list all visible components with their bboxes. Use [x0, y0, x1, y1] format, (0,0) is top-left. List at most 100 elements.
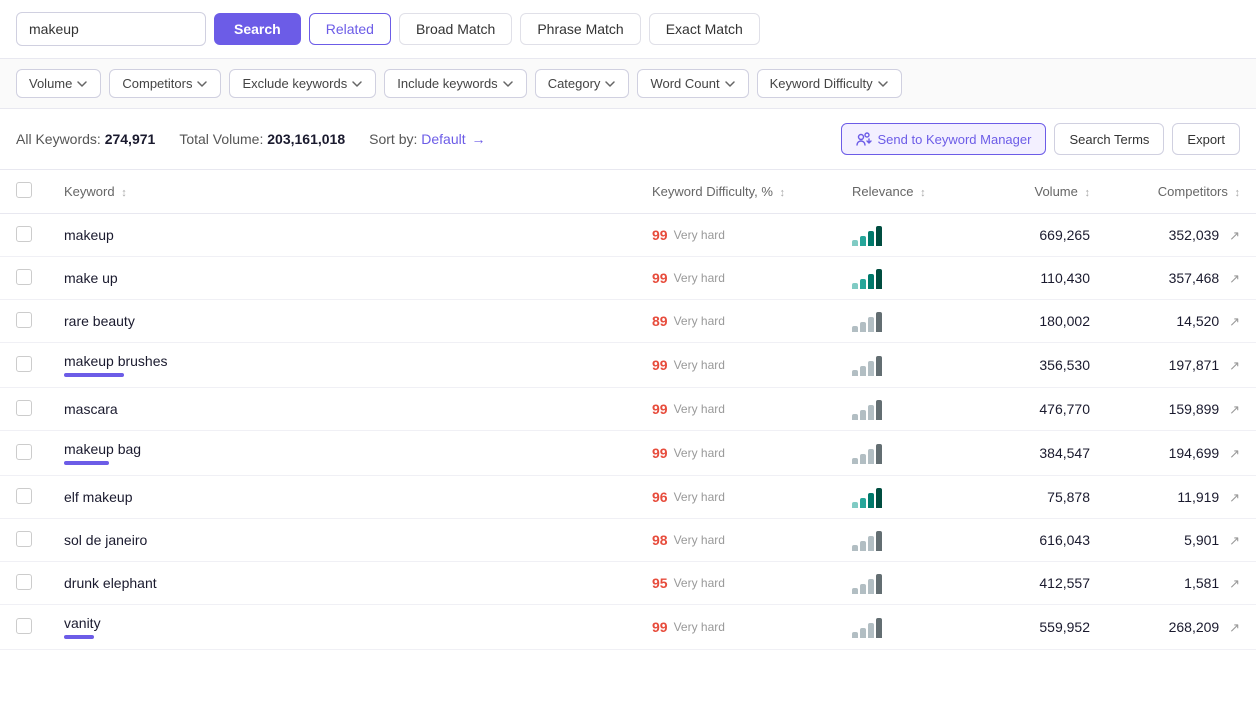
- volume-value: 616,043: [1039, 532, 1090, 548]
- export-button[interactable]: Export: [1172, 123, 1240, 155]
- filter-category[interactable]: Category: [535, 69, 630, 98]
- search-input[interactable]: [16, 12, 206, 46]
- th-volume[interactable]: Volume ↕: [976, 170, 1106, 214]
- td-competitors: 5,901 ↗: [1106, 519, 1256, 562]
- row-checkbox[interactable]: [16, 226, 32, 242]
- keyword-text: makeup bag: [64, 441, 620, 457]
- filter-competitors[interactable]: Competitors: [109, 69, 221, 98]
- table-row: make up 99 Very hard 110,430 357,468 ↗: [0, 257, 1256, 300]
- volume-value: 559,952: [1039, 619, 1090, 635]
- td-checkbox: [0, 519, 48, 562]
- keyword-cell: makeup brushes: [64, 353, 620, 377]
- td-volume: 412,557: [976, 562, 1106, 605]
- send-manager-icon: [856, 131, 872, 147]
- external-link-icon[interactable]: ↗: [1229, 533, 1240, 548]
- table-row: mascara 99 Very hard 476,770 159,899 ↗: [0, 388, 1256, 431]
- th-relevance[interactable]: Relevance ↕: [836, 170, 976, 214]
- chevron-down-icon: [502, 78, 514, 90]
- volume-value: 476,770: [1039, 401, 1090, 417]
- td-keyword: sol de janeiro: [48, 519, 636, 562]
- row-checkbox[interactable]: [16, 312, 32, 328]
- chevron-down-icon: [724, 78, 736, 90]
- sort-relevance-icon: ↕: [920, 187, 926, 199]
- sort-default-link[interactable]: Default: [421, 131, 465, 147]
- competitors-value: 194,699: [1169, 445, 1220, 461]
- difficulty-label: Very hard: [674, 358, 725, 372]
- difficulty-number: 95: [652, 575, 668, 591]
- td-checkbox: [0, 257, 48, 300]
- td-competitors: 1,581 ↗: [1106, 562, 1256, 605]
- relevance-bars: [852, 442, 960, 464]
- th-keyword[interactable]: Keyword ↕: [48, 170, 636, 214]
- row-checkbox[interactable]: [16, 574, 32, 590]
- external-link-icon[interactable]: ↗: [1229, 446, 1240, 461]
- difficulty-label: Very hard: [674, 446, 725, 460]
- chevron-down-icon: [351, 78, 363, 90]
- td-checkbox: [0, 476, 48, 519]
- competitors-value: 357,468: [1169, 270, 1220, 286]
- th-competitors[interactable]: Competitors ↕: [1106, 170, 1256, 214]
- filter-volume[interactable]: Volume: [16, 69, 101, 98]
- table-row: makeup 99 Very hard 669,265 352,039 ↗: [0, 214, 1256, 257]
- td-keyword: makeup bag: [48, 431, 636, 476]
- volume-value: 384,547: [1039, 445, 1090, 461]
- td-difficulty: 99 Very hard: [636, 388, 836, 431]
- filter-word-count[interactable]: Word Count: [637, 69, 748, 98]
- difficulty-number: 89: [652, 313, 668, 329]
- td-competitors: 352,039 ↗: [1106, 214, 1256, 257]
- filter-include-keywords[interactable]: Include keywords: [384, 69, 526, 98]
- external-link-icon[interactable]: ↗: [1229, 402, 1240, 417]
- difficulty-number: 99: [652, 619, 668, 635]
- volume-value: 669,265: [1039, 227, 1090, 243]
- difficulty-number: 99: [652, 227, 668, 243]
- filter-exclude-keywords[interactable]: Exclude keywords: [229, 69, 376, 98]
- td-relevance: [836, 214, 976, 257]
- external-link-icon[interactable]: ↗: [1229, 358, 1240, 373]
- row-checkbox[interactable]: [16, 488, 32, 504]
- td-competitors: 159,899 ↗: [1106, 388, 1256, 431]
- keyword-cell: sol de janeiro: [64, 532, 620, 548]
- td-checkbox: [0, 431, 48, 476]
- send-to-keyword-manager-button[interactable]: Send to Keyword Manager: [841, 123, 1047, 155]
- td-relevance: [836, 476, 976, 519]
- difficulty-label: Very hard: [674, 228, 725, 242]
- search-terms-button[interactable]: Search Terms: [1054, 123, 1164, 155]
- th-difficulty[interactable]: Keyword Difficulty, % ↕: [636, 170, 836, 214]
- keyword-text: makeup: [64, 227, 620, 243]
- competitors-value: 1,581: [1184, 575, 1219, 591]
- external-link-icon[interactable]: ↗: [1229, 314, 1240, 329]
- search-button[interactable]: Search: [214, 13, 301, 45]
- difficulty-cell: 89 Very hard: [652, 313, 820, 329]
- select-all-checkbox[interactable]: [16, 182, 32, 198]
- competitors-value: 159,899: [1169, 401, 1220, 417]
- total-volume-stat: Total Volume: 203,161,018: [179, 131, 345, 147]
- external-link-icon[interactable]: ↗: [1229, 228, 1240, 243]
- row-checkbox[interactable]: [16, 444, 32, 460]
- td-relevance: [836, 519, 976, 562]
- row-checkbox[interactable]: [16, 356, 32, 372]
- sort-arrow-icon: →: [472, 131, 486, 147]
- difficulty-number: 99: [652, 270, 668, 286]
- external-link-icon[interactable]: ↗: [1229, 490, 1240, 505]
- external-link-icon[interactable]: ↗: [1229, 576, 1240, 591]
- row-checkbox[interactable]: [16, 269, 32, 285]
- volume-value: 110,430: [1040, 270, 1090, 286]
- external-link-icon[interactable]: ↗: [1229, 620, 1240, 635]
- td-volume: 559,952: [976, 605, 1106, 650]
- tab-phrase-match[interactable]: Phrase Match: [520, 13, 640, 45]
- row-checkbox[interactable]: [16, 531, 32, 547]
- td-relevance: [836, 343, 976, 388]
- competitors-value: 197,871: [1169, 357, 1220, 373]
- tab-exact-match[interactable]: Exact Match: [649, 13, 760, 45]
- row-checkbox[interactable]: [16, 400, 32, 416]
- volume-value: 75,878: [1047, 489, 1090, 505]
- td-relevance: [836, 257, 976, 300]
- td-keyword: makeup brushes: [48, 343, 636, 388]
- tab-broad-match[interactable]: Broad Match: [399, 13, 512, 45]
- difficulty-cell: 99 Very hard: [652, 445, 820, 461]
- filter-keyword-difficulty[interactable]: Keyword Difficulty: [757, 69, 902, 98]
- td-difficulty: 89 Very hard: [636, 300, 836, 343]
- external-link-icon[interactable]: ↗: [1229, 271, 1240, 286]
- row-checkbox[interactable]: [16, 618, 32, 634]
- tab-related[interactable]: Related: [309, 13, 391, 45]
